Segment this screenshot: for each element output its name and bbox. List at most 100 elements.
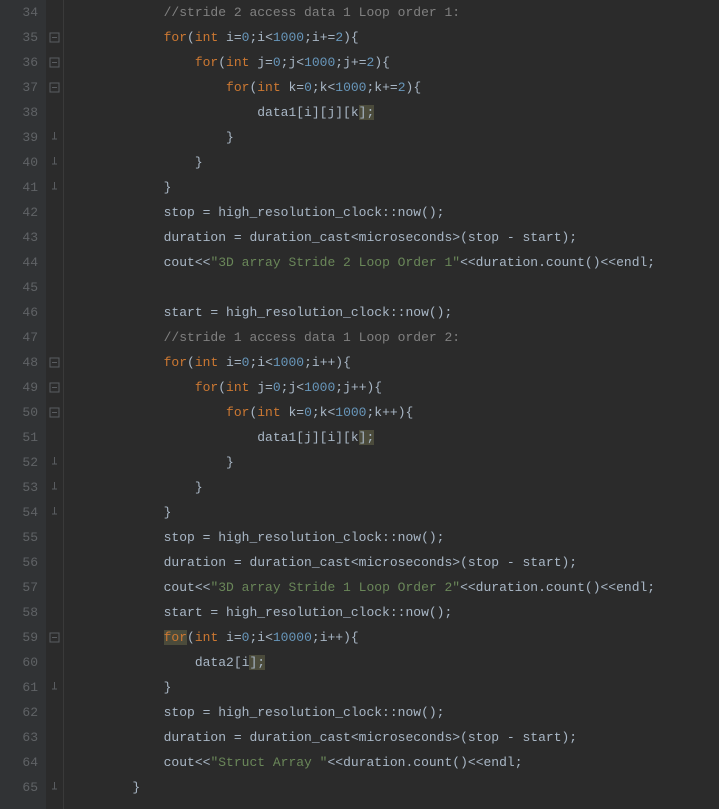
token-kw: for bbox=[164, 630, 187, 645]
token-id: duration = duration_cast<microseconds>(s… bbox=[164, 730, 577, 745]
token-kw: for bbox=[226, 80, 249, 95]
code-line[interactable]: cout<<"Struct Array "<<duration.count()<… bbox=[70, 750, 655, 775]
token-id: k= bbox=[281, 405, 304, 420]
code-line[interactable]: duration = duration_cast<microseconds>(s… bbox=[70, 725, 655, 750]
fold-end-icon[interactable] bbox=[49, 132, 60, 143]
fold-toggle-icon[interactable] bbox=[49, 32, 60, 43]
fold-end-icon[interactable] bbox=[49, 507, 60, 518]
fold-end-icon[interactable] bbox=[49, 782, 60, 793]
code-line[interactable]: for(int k=0;k<1000;k+=2){ bbox=[70, 75, 655, 100]
code-line[interactable]: for(int i=0;i<1000;i+=2){ bbox=[70, 25, 655, 50]
code-line[interactable]: } bbox=[70, 175, 655, 200]
token-id: ;k< bbox=[312, 80, 335, 95]
token-op: } bbox=[164, 180, 172, 195]
code-line[interactable]: for(int k=0;k<1000;k++){ bbox=[70, 400, 655, 425]
code-line[interactable]: } bbox=[70, 125, 655, 150]
token-id: duration = duration_cast<microseconds>(s… bbox=[164, 555, 577, 570]
token-op: } bbox=[226, 455, 234, 470]
token-id: stop = high_resolution_clock::now(); bbox=[164, 205, 445, 220]
code-line[interactable]: cout<<"3D array Stride 1 Loop Order 2"<<… bbox=[70, 575, 655, 600]
token-kw: int bbox=[257, 405, 280, 420]
fold-end-icon[interactable] bbox=[49, 482, 60, 493]
code-line[interactable]: //stride 2 access data 1 Loop order 1: bbox=[70, 0, 655, 25]
token-str: "3D array Stride 2 Loop Order 1" bbox=[210, 255, 460, 270]
fold-end-icon[interactable] bbox=[49, 157, 60, 168]
token-op: } bbox=[164, 505, 172, 520]
code-line[interactable]: for(int j=0;j<1000;j++){ bbox=[70, 375, 655, 400]
code-line[interactable]: cout<<"3D array Stride 2 Loop Order 1"<<… bbox=[70, 250, 655, 275]
fold-end-icon[interactable] bbox=[49, 457, 60, 468]
line-number: 65 bbox=[6, 775, 38, 800]
fold-gutter[interactable] bbox=[46, 0, 64, 809]
token-op: } bbox=[226, 130, 234, 145]
line-number: 41 bbox=[6, 175, 38, 200]
code-line[interactable]: for(int i=0;i<1000;i++){ bbox=[70, 350, 655, 375]
fold-end-icon[interactable] bbox=[49, 182, 60, 193]
line-number: 39 bbox=[6, 125, 38, 150]
token-op: ){ bbox=[406, 80, 422, 95]
token-id: <<duration.count()<<endl; bbox=[460, 255, 655, 270]
token-kw: for bbox=[195, 380, 218, 395]
line-number: 56 bbox=[6, 550, 38, 575]
code-line[interactable]: data2[i]; bbox=[70, 650, 655, 675]
line-number: 54 bbox=[6, 500, 38, 525]
code-editor[interactable]: 3435363738394041424344454647484950515253… bbox=[0, 0, 719, 809]
code-line[interactable]: stop = high_resolution_clock::now(); bbox=[70, 525, 655, 550]
fold-toggle-icon[interactable] bbox=[49, 82, 60, 93]
line-number: 57 bbox=[6, 575, 38, 600]
line-number: 48 bbox=[6, 350, 38, 375]
fold-toggle-icon[interactable] bbox=[49, 57, 60, 68]
token-num: 1000 bbox=[304, 55, 335, 70]
code-line[interactable]: stop = high_resolution_clock::now(); bbox=[70, 700, 655, 725]
token-id: j= bbox=[249, 55, 272, 70]
token-num: 2 bbox=[398, 80, 406, 95]
token-id: data1[j][i][k bbox=[257, 430, 358, 445]
line-number: 36 bbox=[6, 50, 38, 75]
code-line[interactable]: duration = duration_cast<microseconds>(s… bbox=[70, 550, 655, 575]
token-id: stop = high_resolution_clock::now(); bbox=[164, 530, 445, 545]
token-id: k= bbox=[281, 80, 304, 95]
code-area[interactable]: //stride 2 access data 1 Loop order 1: f… bbox=[64, 0, 655, 809]
token-num: 0 bbox=[304, 80, 312, 95]
code-line[interactable]: } bbox=[70, 500, 655, 525]
code-line[interactable]: } bbox=[70, 150, 655, 175]
token-id: <<duration.count()<<endl; bbox=[460, 580, 655, 595]
code-line[interactable]: //stride 1 access data 1 Loop order 2: bbox=[70, 325, 655, 350]
token-id: ;j++){ bbox=[335, 380, 382, 395]
code-line[interactable]: for(int j=0;j<1000;j+=2){ bbox=[70, 50, 655, 75]
code-line[interactable]: data1[j][i][k]; bbox=[70, 425, 655, 450]
code-line[interactable]: stop = high_resolution_clock::now(); bbox=[70, 200, 655, 225]
code-line[interactable]: } bbox=[70, 675, 655, 700]
code-line[interactable]: start = high_resolution_clock::now(); bbox=[70, 300, 655, 325]
fold-toggle-icon[interactable] bbox=[49, 632, 60, 643]
code-line[interactable]: duration = duration_cast<microseconds>(s… bbox=[70, 225, 655, 250]
token-id: ;i< bbox=[249, 355, 272, 370]
line-number: 60 bbox=[6, 650, 38, 675]
token-id: j= bbox=[249, 380, 272, 395]
fold-end-icon[interactable] bbox=[49, 682, 60, 693]
code-line[interactable]: } bbox=[70, 450, 655, 475]
fold-toggle-icon[interactable] bbox=[49, 382, 60, 393]
code-line[interactable]: for(int i=0;i<10000;i++){ bbox=[70, 625, 655, 650]
token-id: start = high_resolution_clock::now(); bbox=[164, 305, 453, 320]
token-op: } bbox=[132, 780, 140, 795]
token-id: cout<< bbox=[164, 580, 211, 595]
fold-toggle-icon[interactable] bbox=[49, 407, 60, 418]
token-op: ]; bbox=[359, 105, 375, 120]
code-line[interactable]: start = high_resolution_clock::now(); bbox=[70, 600, 655, 625]
line-number: 53 bbox=[6, 475, 38, 500]
token-op: } bbox=[195, 480, 203, 495]
code-line[interactable] bbox=[70, 275, 655, 300]
line-number: 44 bbox=[6, 250, 38, 275]
fold-toggle-icon[interactable] bbox=[49, 357, 60, 368]
line-number: 50 bbox=[6, 400, 38, 425]
line-number: 62 bbox=[6, 700, 38, 725]
token-num: 10000 bbox=[273, 630, 312, 645]
code-line[interactable]: data1[i][j][k]; bbox=[70, 100, 655, 125]
code-line[interactable]: } bbox=[70, 775, 655, 800]
token-id: ;j< bbox=[281, 380, 304, 395]
code-line[interactable]: } bbox=[70, 475, 655, 500]
token-kw: for bbox=[226, 405, 249, 420]
line-number: 64 bbox=[6, 750, 38, 775]
token-num: 1000 bbox=[335, 80, 366, 95]
